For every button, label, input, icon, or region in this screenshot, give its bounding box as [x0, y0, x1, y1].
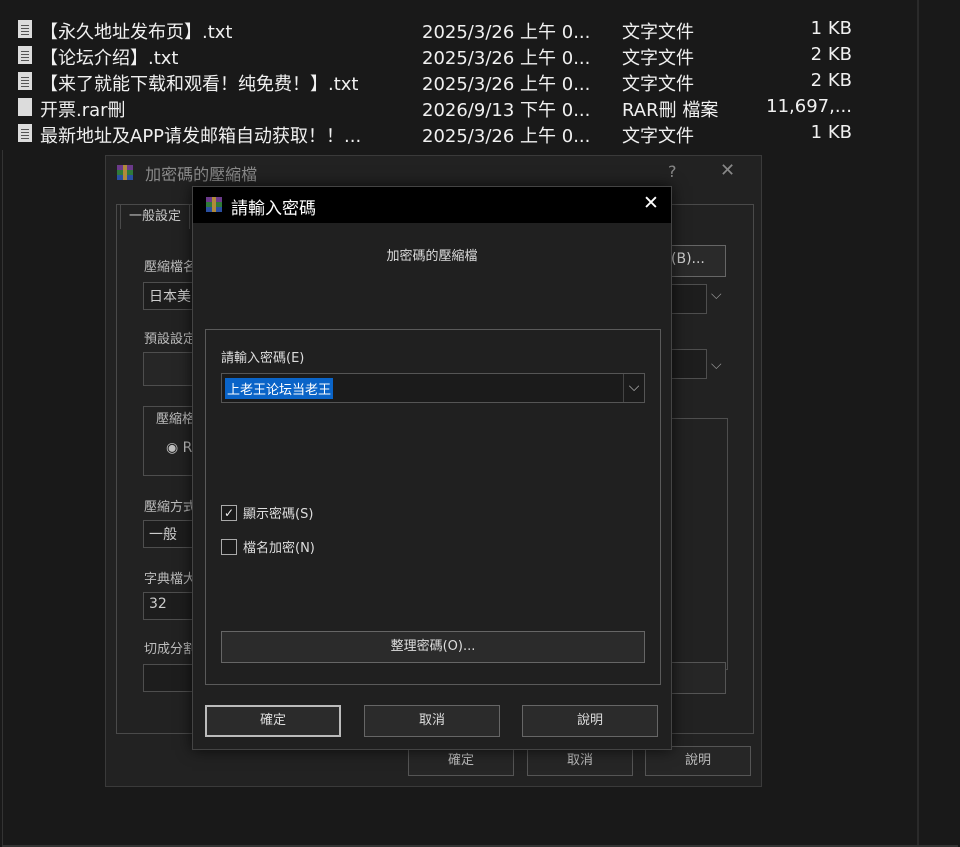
options-group — [671, 418, 728, 670]
format-radio[interactable]: ◉ R — [166, 440, 192, 456]
archive-name-combo[interactable] — [671, 284, 707, 314]
ok-button[interactable]: 確定 — [408, 746, 514, 776]
file-row[interactable]: 最新地址及APP请发邮箱自动获取！！... 2025/3/26 上午 0... … — [0, 120, 900, 147]
txt-file-icon — [18, 46, 32, 64]
method-label: 壓縮方式 — [144, 500, 197, 515]
method-combo[interactable]: 一般 — [143, 520, 195, 548]
ok-button[interactable]: 確定 — [205, 705, 341, 737]
help-icon[interactable]: ? — [668, 162, 677, 181]
file-type: 文字文件 — [622, 126, 694, 147]
file-size: 11,697,... — [766, 96, 852, 117]
winrar-icon — [117, 165, 133, 180]
password-label: 請輸入密碼(E) — [221, 351, 305, 366]
frame-line — [2, 150, 3, 847]
chevron-down-icon[interactable]: ⌵ — [711, 287, 722, 303]
file-name: 【永久地址发布页】.txt — [40, 22, 233, 43]
format-label: 壓縮格 — [154, 408, 198, 427]
file-type: 文字文件 — [622, 22, 694, 43]
file-name: 开票.rar刪 — [40, 100, 126, 121]
txt-file-icon — [18, 124, 32, 142]
file-name: 【论坛介绍】.txt — [40, 48, 179, 69]
tab-general[interactable]: 一般設定 — [120, 204, 190, 229]
profile-button[interactable] — [143, 352, 195, 386]
profile-label: 預設設定 — [144, 332, 197, 347]
file-name: 【来了就能下载和观看！纯免费！】.txt — [40, 74, 359, 95]
password-input[interactable]: 上老王论坛当老王 ⌵ — [221, 373, 645, 403]
close-icon[interactable]: ✕ — [720, 160, 735, 181]
organize-passwords-button[interactable]: 整理密碼(O)... — [221, 631, 645, 663]
archive-name: 加密碼的壓縮檔 — [386, 249, 478, 264]
show-password-checkbox[interactable]: ✓ — [221, 505, 237, 521]
chevron-down-icon[interactable]: ⌵ — [623, 374, 644, 402]
close-icon[interactable]: ✕ — [643, 192, 659, 214]
file-row[interactable]: 【论坛介绍】.txt 2025/3/26 上午 0... 文字文件 2 KB — [0, 42, 900, 69]
file-row[interactable]: 开票.rar刪 2026/9/13 下午 0... RAR刪 檔案 11,697… — [0, 94, 900, 121]
cancel-button[interactable]: 取消 — [364, 705, 500, 737]
dialog-title: 請輸入密碼 — [231, 199, 316, 219]
set-password-button[interactable] — [669, 662, 726, 694]
file-date: 2025/3/26 上午 0... — [422, 22, 591, 43]
file-name: 最新地址及APP请发邮箱自动获取！！... — [40, 126, 362, 147]
file-row[interactable]: 【永久地址发布页】.txt 2025/3/26 上午 0... 文字文件 1 K… — [0, 16, 900, 43]
browse-button[interactable]: (B)... — [666, 245, 726, 277]
show-password-label[interactable]: 顯示密碼(S) — [243, 503, 313, 522]
help-button[interactable]: 說明 — [645, 746, 751, 776]
help-button[interactable]: 說明 — [522, 705, 658, 737]
file-date: 2026/9/13 下午 0... — [422, 100, 591, 121]
file-date: 2025/3/26 上午 0... — [422, 126, 591, 147]
archive-name-label: 壓縮檔名 — [144, 260, 197, 275]
encrypt-filenames-label[interactable]: 檔名加密(N) — [243, 537, 315, 556]
update-mode-combo[interactable] — [671, 349, 707, 379]
file-type: 文字文件 — [622, 48, 694, 69]
encrypt-filenames-checkbox[interactable] — [221, 539, 237, 555]
dialog-title: 加密碼的壓縮檔 — [116, 161, 257, 185]
password-dialog: 請輸入密碼 ✕ 加密碼的壓縮檔 請輸入密碼(E) 上老王论坛当老王 ⌵ ✓ 顯示… — [192, 186, 672, 750]
file-size: 2 KB — [810, 70, 852, 91]
file-size: 2 KB — [810, 44, 852, 65]
txt-file-icon — [18, 72, 32, 90]
archive-name-input[interactable]: 日本美 — [143, 282, 199, 310]
file-date: 2025/3/26 上午 0... — [422, 48, 591, 69]
dictionary-label: 字典檔大 — [144, 572, 197, 587]
file-date: 2025/3/26 上午 0... — [422, 74, 591, 95]
winrar-icon — [206, 197, 222, 212]
file-type: RAR刪 檔案 — [622, 100, 719, 121]
password-value[interactable]: 上老王论坛当老王 — [225, 378, 334, 399]
file-type: 文字文件 — [622, 74, 694, 95]
dialog-title-text: 加密碼的壓縮檔 — [145, 165, 258, 184]
dictionary-combo[interactable]: 32 — [143, 592, 195, 620]
file-icon — [18, 98, 32, 116]
file-size: 1 KB — [810, 122, 852, 143]
file-size: 1 KB — [810, 18, 852, 39]
dialog-titlebar[interactable]: 請輸入密碼 ✕ — [193, 187, 671, 223]
pane-divider[interactable] — [917, 0, 919, 847]
txt-file-icon — [18, 20, 32, 38]
split-label: 切成分割 — [144, 642, 197, 657]
chevron-down-icon[interactable]: ⌵ — [711, 357, 722, 373]
cancel-button[interactable]: 取消 — [527, 746, 633, 776]
split-combo[interactable] — [143, 664, 195, 692]
file-row[interactable]: 【来了就能下载和观看！纯免费！】.txt 2025/3/26 上午 0... 文… — [0, 68, 900, 95]
